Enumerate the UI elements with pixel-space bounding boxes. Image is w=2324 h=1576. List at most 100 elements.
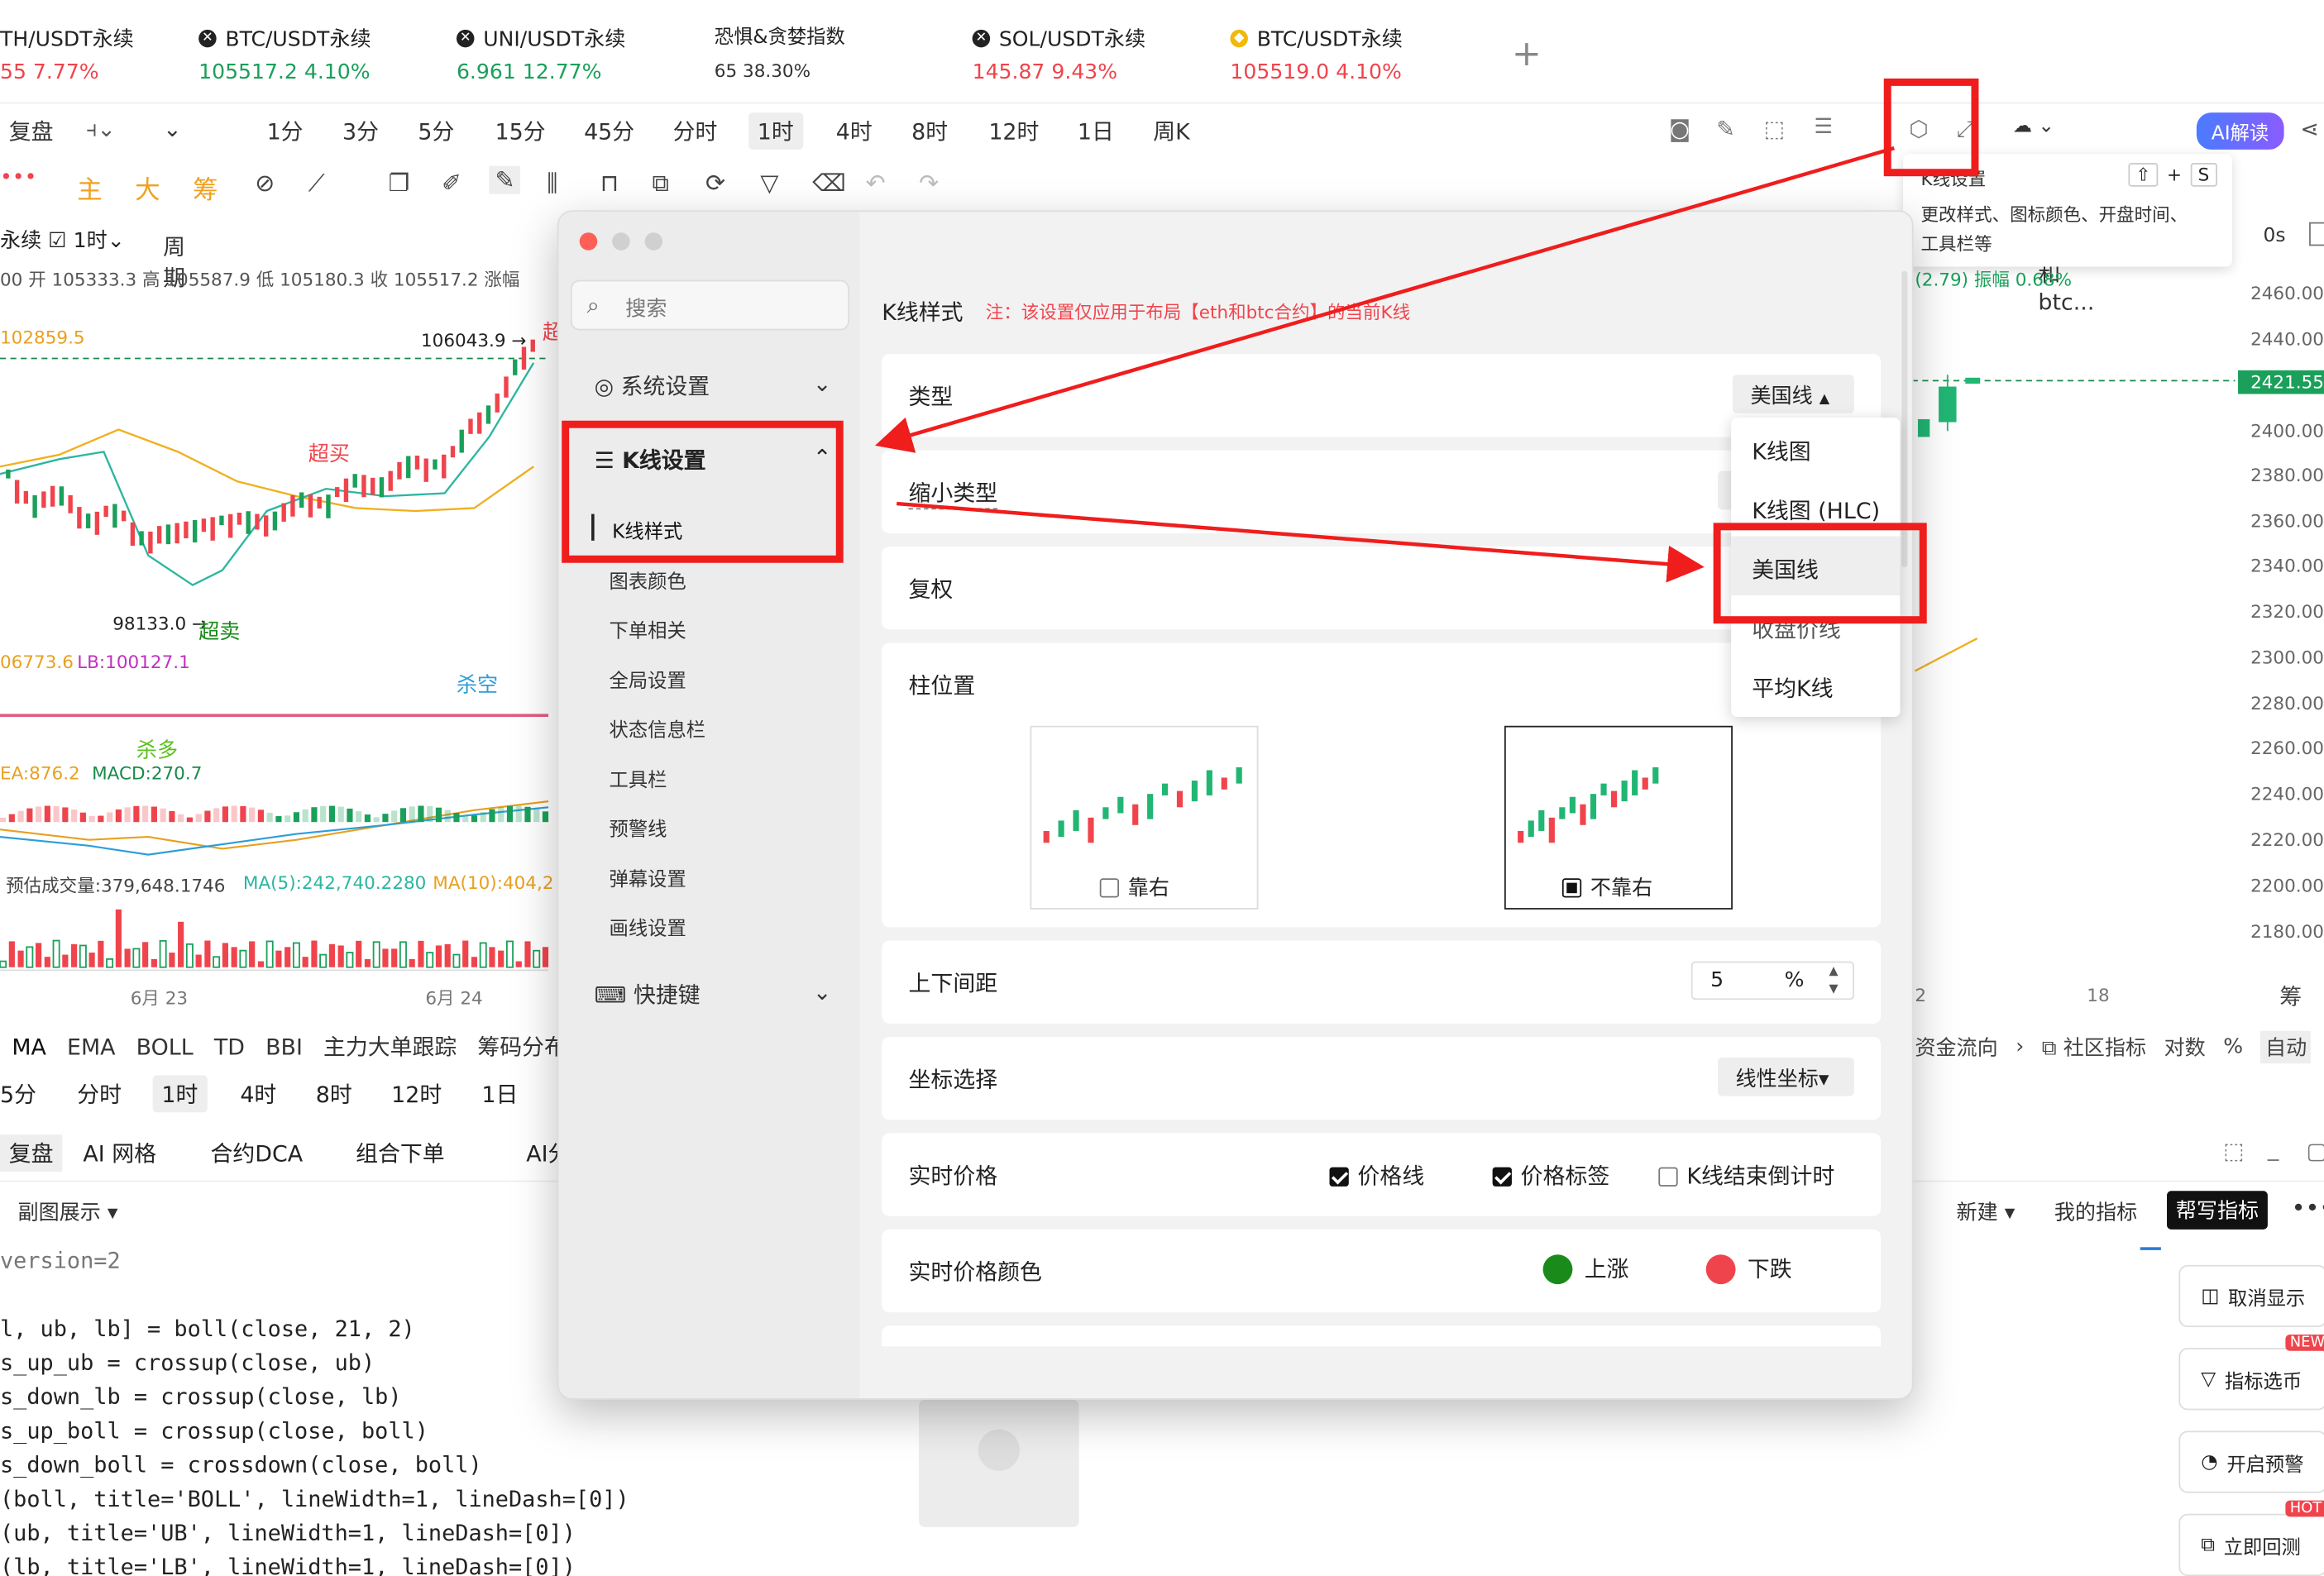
menu-order[interactable]: 下单相关 (610, 614, 686, 643)
community-tab[interactable]: ⧉ 社区指标 (2042, 1033, 2146, 1063)
position-not-right-option[interactable]: 不靠右 (1504, 725, 1733, 910)
minimize-window-button[interactable] (612, 232, 630, 251)
ruler-icon[interactable]: ✐ (442, 169, 461, 197)
edit-icon[interactable]: ⧉ (653, 169, 669, 198)
search-input[interactable]: ⌕ 搜索 (570, 279, 849, 331)
interval2-5m[interactable]: 5分 (0, 1078, 36, 1110)
ticker-uni[interactable]: ✕ UNI/USDT永续 6.961 12.77% (456, 24, 625, 84)
share-icon[interactable]: ⋖ (2300, 116, 2319, 142)
position-right-option[interactable]: 靠右 (1030, 725, 1259, 910)
log-toggle[interactable]: 对数 (2164, 1033, 2206, 1063)
lock-icon[interactable]: ⊓ (600, 169, 619, 197)
interval-15m[interactable]: 15分 (495, 116, 546, 147)
fund-flow-tab[interactable]: 资金流向 (1915, 1033, 1997, 1063)
interval-8h[interactable]: 8时 (911, 116, 948, 147)
menu-toolbar[interactable]: 工具栏 (610, 764, 667, 793)
option-kline[interactable]: K线图 (1752, 436, 1810, 467)
redo-icon[interactable]: ↷ (919, 169, 939, 197)
big-order-button[interactable]: 大 (135, 169, 160, 206)
menu-system-settings[interactable]: ◎ 系统设置 ⌄ (595, 370, 832, 402)
option-avg-kline[interactable]: 平均K线 (1752, 672, 1833, 704)
chart-symbol[interactable]: 永续 ☑ 1时⌄ (0, 225, 125, 255)
help-write-button[interactable]: 帮写指标 (2167, 1191, 2268, 1230)
interval-time[interactable]: 分时 (673, 116, 718, 147)
option-kline-hlc[interactable]: K线图 (HLC) (1752, 494, 1880, 526)
candles-icon[interactable]: ⫼ (547, 169, 557, 198)
interval-1d[interactable]: 1日 (1078, 116, 1114, 147)
chips-button[interactable]: 筹 (193, 169, 218, 206)
ticker-fear-greed[interactable]: 恐惧&贪婪指数 65 38.30% (715, 21, 845, 81)
more-icon[interactable]: ••• (2292, 1194, 2324, 1222)
menu-danmaku[interactable]: 弹幕设置 (610, 863, 686, 892)
ind-chips[interactable]: 筹码分布 (477, 1031, 567, 1063)
margin-input[interactable]: 5 % ▲ ▼ (1690, 961, 1854, 1001)
interval-45m[interactable]: 45分 (584, 116, 634, 147)
display-toggle[interactable]: ☰ 显示 (1815, 116, 1855, 292)
interval-5m[interactable]: 5分 (418, 116, 454, 147)
enable-alert-button[interactable]: ◔ 开启预警 (2178, 1430, 2324, 1493)
nav-ai-grid[interactable]: AI 网格 (83, 1138, 156, 1169)
indicator-select-coin-button[interactable]: ▽ 指标选币 (2178, 1348, 2324, 1411)
interval-week[interactable]: 周K (1153, 116, 1190, 147)
ind-ema[interactable]: EMA (67, 1033, 116, 1059)
interval2-1h[interactable]: 1时 (152, 1075, 208, 1113)
brush-icon[interactable]: ✎ (489, 165, 521, 194)
up-color-picker[interactable]: 上涨 (1542, 1253, 1629, 1284)
popout-icon[interactable]: ⬚ (2223, 1138, 2244, 1164)
camera-icon[interactable]: ◙ (1669, 116, 1690, 142)
price-line-checkbox[interactable]: 价格线 (1329, 1160, 1424, 1192)
down-color-picker[interactable]: 下跌 (1705, 1253, 1792, 1284)
minimize-icon[interactable]: _ (2268, 1134, 2279, 1161)
ind-td[interactable]: TD (214, 1033, 245, 1059)
hide-display-button[interactable]: ◫ 取消显示 (2178, 1264, 2324, 1328)
ind-main-order[interactable]: 主力大单跟踪 (323, 1031, 457, 1063)
magnet-icon[interactable]: ⟳ (705, 169, 725, 197)
ticker-btc[interactable]: ✕ BTC/USDT永续 105517.2 4.10% (198, 24, 371, 84)
nav-combo-order[interactable]: 组合下单 (356, 1138, 445, 1169)
undo-icon[interactable]: ↶ (866, 169, 886, 197)
countdown-checkbox[interactable]: K线结束倒计时 (1658, 1160, 1834, 1192)
close-window-button[interactable] (579, 232, 598, 251)
layout-select[interactable]: ☁ eth和btc... ⌄ (2013, 116, 2095, 316)
percent-toggle[interactable]: % (2223, 1035, 2243, 1059)
backtest-button[interactable]: ⧉ 立即回测 (2178, 1513, 2324, 1576)
interval-12h[interactable]: 12时 (988, 116, 1039, 147)
new-button[interactable]: 新建 ▾ (1957, 1196, 2016, 1226)
maximize-icon[interactable]: ▢ (2306, 1138, 2324, 1164)
dots-icon[interactable]: ••• (0, 166, 36, 190)
ind-bbi[interactable]: BBI (265, 1033, 303, 1059)
trash-icon[interactable]: ⌫ (812, 169, 846, 197)
auto-toggle[interactable]: 自动 (2260, 1030, 2312, 1064)
type-select[interactable]: 美国线 ▲ (1732, 375, 1854, 413)
main-force-button[interactable]: 主 (77, 169, 102, 206)
nav-replay[interactable]: 复盘 (0, 1134, 63, 1172)
interval-4h[interactable]: 4时 (836, 116, 873, 147)
interval-3m[interactable]: 3分 (342, 116, 379, 147)
interval2-12h[interactable]: 12时 (391, 1078, 442, 1110)
coord-select[interactable]: 线性坐标▾ (1718, 1058, 1854, 1096)
ticker-eth[interactable]: TH/USDT永续 55 7.77% (0, 24, 134, 84)
menu-drawing[interactable]: 画线设置 (610, 912, 686, 941)
filter-icon[interactable]: ▽ (760, 169, 778, 197)
menu-alert-line[interactable]: 预警线 (610, 813, 667, 842)
interval2-8h[interactable]: 8时 (316, 1078, 352, 1110)
pencil-icon[interactable]: ✎ (1716, 116, 1735, 142)
stepper-icon[interactable]: ▲ ▼ (1829, 962, 1838, 998)
zoom-window-button[interactable] (644, 232, 663, 251)
ind-ma[interactable]: MA (12, 1033, 46, 1059)
period-select[interactable]: 周期 ⌄ (163, 116, 185, 292)
menu-global[interactable]: 全局设置 (610, 665, 686, 693)
ticker-btc-2[interactable]: ◆ BTC/USDT永续 105519.0 4.10% (1230, 24, 1403, 84)
sub-chart-select[interactable]: 副图展示 ▾ (18, 1196, 118, 1226)
copy-icon[interactable]: ❐ (389, 169, 410, 197)
menu-chart-color[interactable]: 图表颜色 (610, 566, 686, 594)
menu-shortcuts[interactable]: ⌨ 快捷键 ⌄ (595, 979, 832, 1010)
interval-1m[interactable]: 1分 (267, 116, 304, 147)
add-ticker-icon[interactable]: + (1512, 32, 1542, 74)
draw-tool-icon[interactable]: ⊘ (255, 169, 275, 197)
interval2-time[interactable]: 分时 (77, 1078, 122, 1110)
interval2-4h[interactable]: 4时 (240, 1078, 276, 1110)
panel-toggle-icon[interactable] (2309, 222, 2324, 246)
ai-analyze-button[interactable]: AI解读 (2196, 112, 2284, 150)
ticker-sol[interactable]: ✕ SOL/USDT永续 145.87 9.43% (972, 24, 1145, 84)
